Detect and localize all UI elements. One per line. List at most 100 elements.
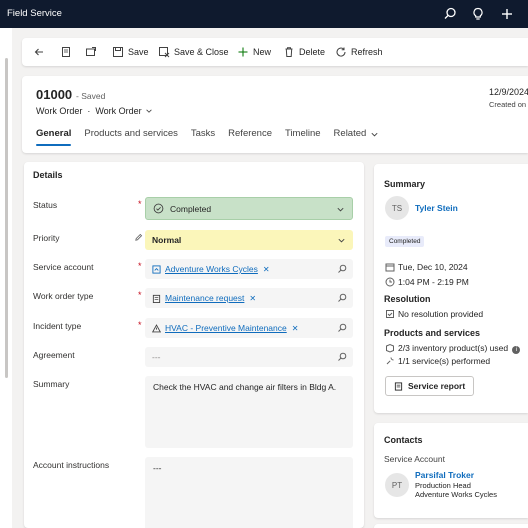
check-circle-icon: [153, 203, 164, 214]
contacts-card: Contacts Service Account PT Parsifal Tro…: [374, 423, 528, 518]
service-report-button[interactable]: Service report: [385, 376, 475, 396]
tab-tasks[interactable]: Tasks: [191, 128, 215, 146]
avatar: TS: [385, 196, 409, 220]
services-performed: 1/1 service(s) performed: [398, 356, 491, 366]
record-title: 01000: [36, 87, 73, 102]
tab-related[interactable]: Related: [334, 128, 380, 146]
scheduled-time: 1:04 PM - 2:19 PM: [398, 277, 469, 287]
calendar-icon: [385, 263, 395, 272]
resolution-icon: [386, 310, 394, 318]
refresh-button[interactable]: Refresh: [335, 38, 383, 66]
incident-type-link[interactable]: HVAC - Preventive Maintenance: [165, 323, 287, 333]
tab-reference[interactable]: Reference: [228, 128, 272, 146]
search-icon[interactable]: [337, 293, 347, 303]
tab-related-label: Related: [333, 128, 367, 139]
tab-products-services[interactable]: Products and services: [84, 128, 177, 146]
search-icon[interactable]: [337, 352, 347, 362]
account-instructions-label: Account instructions: [33, 460, 110, 470]
chevron-down-icon: [337, 207, 344, 212]
form-selector[interactable]: Work Order: [95, 106, 152, 116]
service-account-link[interactable]: Adventure Works Cycles: [165, 264, 258, 274]
assignee-link[interactable]: Tyler Stein: [415, 203, 458, 213]
section-title: Details: [33, 170, 63, 180]
scrollbar[interactable]: [5, 58, 8, 378]
status-badge: Completed: [385, 236, 425, 247]
plus-icon[interactable]: [499, 6, 515, 22]
record-header: 01000 - Saved Work Order · Work Order 12…: [22, 76, 528, 153]
summary-card: Summary TS Tyler Stein Completed Tue, De…: [374, 164, 528, 413]
save-icon: [113, 47, 123, 57]
agreement-lookup[interactable]: ---: [145, 347, 353, 367]
service-account-lookup[interactable]: Adventure Works Cycles ✕: [145, 259, 353, 279]
status-value: Completed: [170, 203, 212, 214]
remove-icon[interactable]: ✕: [249, 294, 256, 303]
plus-icon: [238, 47, 248, 57]
save-status: - Saved: [76, 91, 106, 101]
entity-breadcrumb: Work Order · Work Order: [36, 106, 153, 116]
status-select[interactable]: Completed: [145, 197, 353, 220]
new-button[interactable]: New: [237, 38, 271, 66]
document-icon: [62, 47, 70, 57]
incident-type-label: Incident type: [33, 321, 82, 331]
resolution-value: No resolution provided: [398, 309, 484, 319]
account-record-icon: [152, 264, 161, 274]
form-view-button[interactable]: [60, 38, 72, 66]
summary-textarea[interactable]: Check the HVAC and change air filters in…: [145, 376, 353, 448]
lightbulb-icon[interactable]: [470, 6, 486, 22]
scheduled-date: Tue, Dec 10, 2024: [398, 262, 468, 272]
tab-timeline[interactable]: Timeline: [285, 128, 321, 146]
account-instructions-textarea[interactable]: ---: [145, 457, 353, 528]
chevron-down-icon: [146, 109, 152, 113]
back-arrow-icon: [34, 48, 43, 56]
remove-icon[interactable]: ✕: [263, 265, 270, 274]
new-label: New: [253, 47, 272, 57]
info-icon[interactable]: i: [512, 346, 521, 354]
warning-icon: [152, 323, 161, 332]
app-title: Field Service: [7, 8, 62, 19]
resolution-title: Resolution: [384, 294, 431, 304]
search-icon[interactable]: [337, 264, 347, 274]
open-new-window-button[interactable]: [85, 38, 97, 66]
search-icon[interactable]: [442, 6, 458, 22]
clock-icon: [385, 277, 395, 287]
remove-icon[interactable]: ✕: [292, 324, 299, 333]
contact-company: Adventure Works Cycles: [415, 490, 497, 499]
refresh-icon: [336, 47, 346, 57]
service-account-subtitle: Service Account: [384, 454, 445, 464]
clipboard-icon: [152, 294, 161, 303]
delete-button[interactable]: Delete: [283, 38, 325, 66]
priority-value: Normal: [152, 235, 182, 245]
delete-label: Delete: [299, 47, 326, 57]
incident-type-lookup[interactable]: HVAC - Preventive Maintenance ✕: [145, 318, 353, 338]
service-icon: [386, 357, 394, 365]
report-icon: [394, 381, 403, 391]
contacts-title: Contacts: [384, 435, 423, 445]
back-button[interactable]: [33, 38, 45, 66]
tab-general[interactable]: General: [36, 128, 72, 146]
form-selector-label: Work Order: [95, 106, 142, 116]
header-created-date: 12/9/2024: [489, 87, 528, 97]
command-bar: Save Save & Close New Delete Refresh: [22, 38, 528, 66]
save-close-label: Save & Close: [174, 47, 229, 57]
inventory-usage-text: 2/3 inventory product(s) used: [398, 343, 509, 353]
app-header: Field Service: [0, 0, 528, 28]
required-indicator: *: [138, 261, 142, 271]
header-created-label: Created on: [489, 100, 527, 109]
tab-list: General Products and services Tasks Refe…: [36, 128, 379, 146]
open-window-icon: [86, 47, 96, 56]
refresh-label: Refresh: [351, 47, 383, 57]
chevron-down-icon: [338, 238, 345, 243]
required-indicator: *: [138, 320, 142, 330]
work-order-type-link[interactable]: Maintenance request: [165, 293, 244, 303]
save-button[interactable]: Save: [112, 38, 149, 66]
priority-label: Priority: [33, 233, 60, 243]
required-indicator: *: [138, 199, 142, 209]
work-order-type-lookup[interactable]: Maintenance request ✕: [145, 288, 353, 308]
summary-card-title: Summary: [384, 179, 426, 189]
priority-select[interactable]: Normal: [145, 230, 353, 250]
save-close-button[interactable]: Save & Close: [158, 38, 229, 66]
search-icon[interactable]: [337, 323, 347, 333]
chevron-down-icon: [371, 132, 378, 137]
contact-name-link[interactable]: Parsifal Troker: [415, 470, 474, 480]
box-icon: [386, 343, 394, 353]
